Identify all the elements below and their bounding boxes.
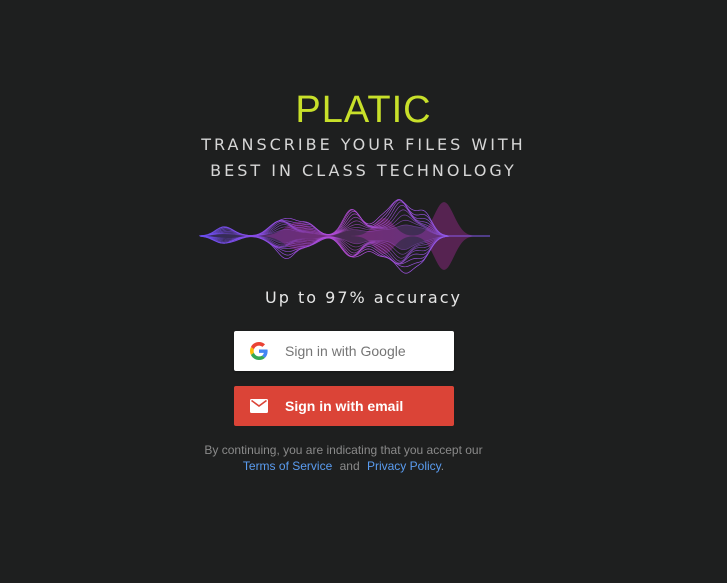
sign-in-email-label: Sign in with email xyxy=(285,398,404,414)
legal-prefix: By continuing, you are indicating that y… xyxy=(204,443,483,457)
soundwave-graphic xyxy=(198,199,490,274)
legal-suffix: . xyxy=(440,459,445,473)
legal-notice: By continuing, you are indicating that y… xyxy=(0,442,687,474)
tagline-line-1: TRANSCRIBE YOUR FILES WITH xyxy=(201,135,526,154)
google-logo-icon xyxy=(250,342,268,360)
accuracy-text: Up to 97% accuracy xyxy=(265,288,462,307)
envelope-icon xyxy=(250,397,268,415)
legal-conjunction: and xyxy=(339,459,360,473)
terms-of-service-link[interactable]: Terms of Service xyxy=(243,459,332,473)
tagline-line-2: BEST IN CLASS TECHNOLOGY xyxy=(210,161,517,180)
app-logo-text: PLATIC xyxy=(295,89,432,131)
sign-in-google-label: Sign in with Google xyxy=(285,343,406,359)
privacy-policy-link[interactable]: Privacy Policy xyxy=(367,459,441,473)
legal-links-row: Terms of Service and Privacy Policy. xyxy=(0,458,687,474)
sign-in-email-button[interactable]: Sign in with email xyxy=(234,386,454,426)
app-logo: PLATIC xyxy=(0,88,727,132)
sign-in-google-button[interactable]: Sign in with Google xyxy=(234,331,454,371)
